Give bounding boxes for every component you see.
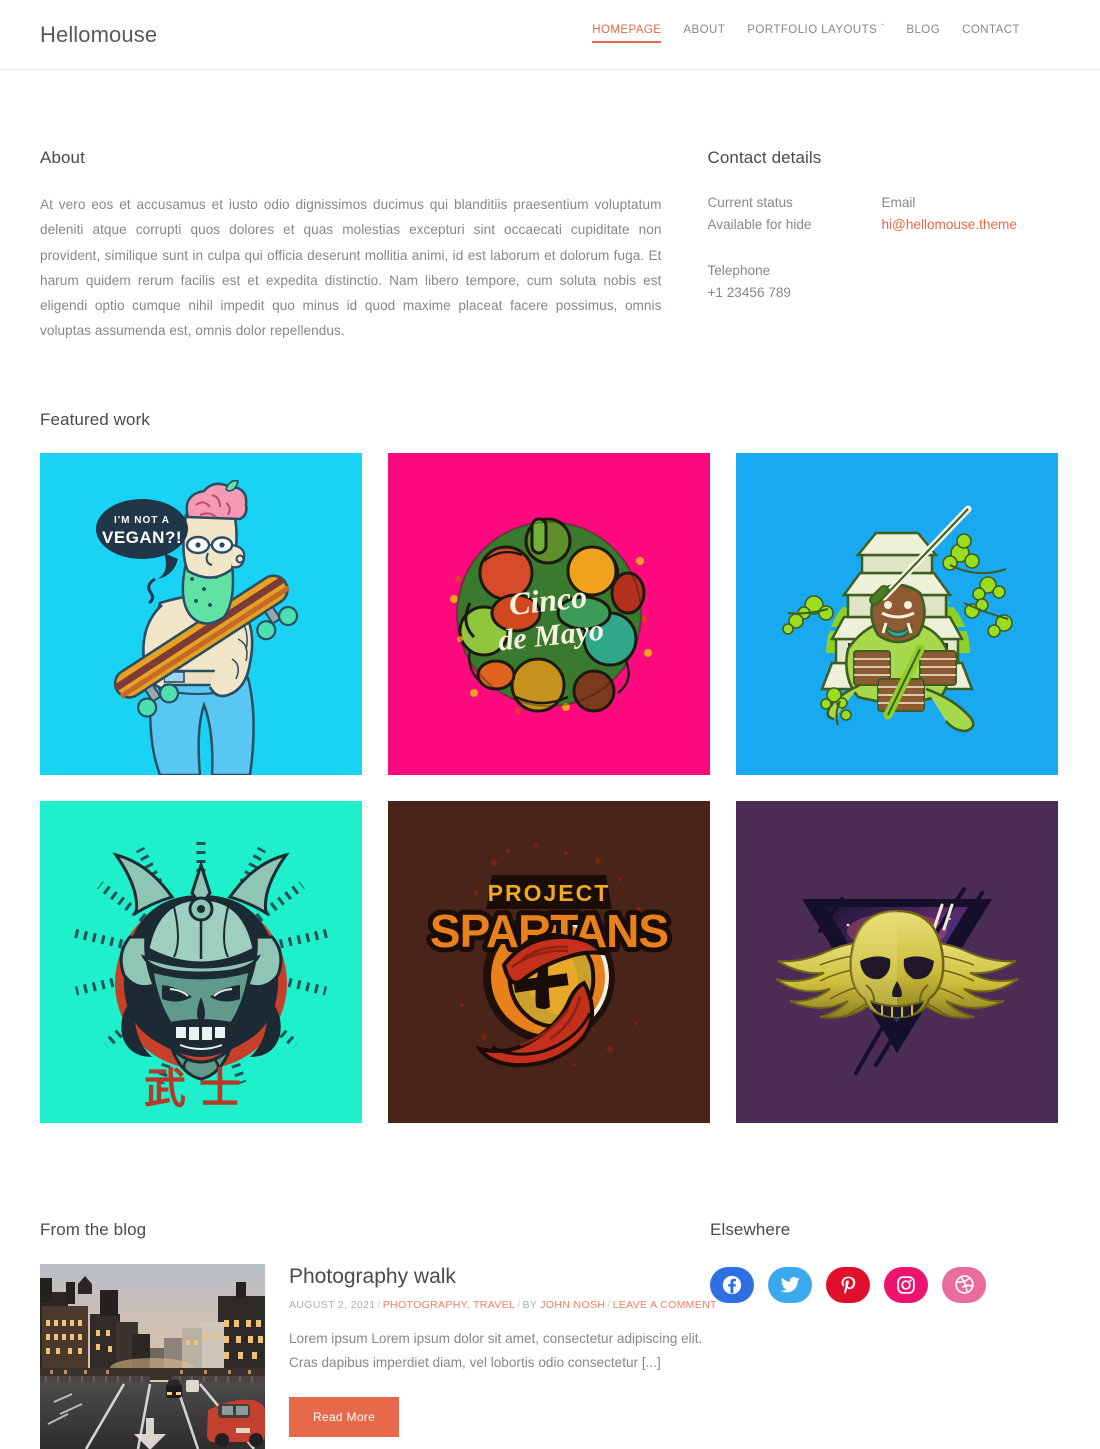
email-link[interactable]: hi@hellomouse.theme <box>881 214 1055 236</box>
blog-post-meta: AUGUST 2, 2021/PHOTOGRAPHY, TRAVEL / BY JO… <box>289 1299 717 1311</box>
facebook-icon <box>722 1275 742 1294</box>
nav-item-portfolio-layouts[interactable]: PORTFOLIO LAYOUTS ˇ <box>747 24 884 45</box>
meta-separator: / <box>607 1298 611 1311</box>
contact-email-block: Email hi@hellomouse.theme <box>881 192 1055 236</box>
about-column: About At vero eos et accusamus et iusto … <box>40 148 697 344</box>
blog-post-body: Photography walk AUGUST 2, 2021/PHOTOGRA… <box>265 1264 717 1449</box>
portfolio-item-winged-skull[interactable] <box>736 800 1058 1123</box>
samurai-mask-artwork-icon: 武 士 <box>40 800 362 1123</box>
site-logo[interactable]: Hellomouse <box>40 22 157 48</box>
instagram-icon <box>897 1275 915 1294</box>
project-spartans-artwork-icon: PROJECT SPARTANS SPARTANS <box>388 800 710 1123</box>
winged-skull-artwork-icon <box>736 800 1058 1123</box>
read-more-button[interactable]: Read More <box>289 1397 400 1438</box>
post-categories[interactable]: PHOTOGRAPHY, TRAVEL <box>383 1299 516 1311</box>
contact-heading: Contact details <box>707 148 822 167</box>
about-paragraph: At vero eos et accusamus et iusto odio d… <box>40 197 662 339</box>
portfolio-grid: I'M NOT A VEGAN?! Cinco de Mayo 武 士 PROJ… <box>40 452 1060 1123</box>
nav-label: BLOG <box>906 24 941 36</box>
nav-label: CONTACT <box>962 24 1020 36</box>
portfolio-item-cinco-de-mayo[interactable]: Cinco de Mayo <box>388 452 710 775</box>
blog-post-title[interactable]: Photography walk <box>289 1264 717 1290</box>
current-status-label: Current status <box>707 195 793 210</box>
svg-text:PROJECT: PROJECT <box>488 880 611 906</box>
blog-post-card: Photography walk AUGUST 2, 2021/PHOTOGRA… <box>40 1263 716 1449</box>
site-header: Hellomouse HOMEPAGE ABOUT PORTFOLIO LAYO… <box>0 0 1100 70</box>
content-wrap: About At vero eos et accusamus et iusto … <box>0 70 1100 1449</box>
blog-column: From the blog Photography walk AUGUST 2,… <box>40 1219 716 1449</box>
svg-text:士: 士 <box>199 1064 241 1113</box>
nav-item-contact[interactable]: CONTACT <box>962 24 1020 45</box>
pinterest-icon <box>841 1276 856 1294</box>
nav-item-about[interactable]: ABOUT <box>683 24 725 45</box>
telephone-value: +1 23456 789 <box>707 285 791 301</box>
about-heading: About <box>40 148 85 167</box>
elsewhere-column: Elsewhere <box>700 1220 1060 1449</box>
meta-separator: / <box>377 1298 381 1311</box>
post-by-prefix: BY <box>522 1298 538 1311</box>
nav-item-homepage[interactable]: HOMEPAGE <box>592 24 662 45</box>
social-links-row <box>710 1266 1060 1303</box>
from-the-blog-heading: From the blog <box>40 1219 147 1239</box>
vegan-skater-artwork-icon: I'M NOT A VEGAN?! <box>40 452 362 775</box>
twitter-icon <box>780 1277 800 1293</box>
nav-label: ABOUT <box>683 24 726 36</box>
featured-work-section: Featured work I'M NOT A VEGAN?! Cinco de… <box>40 344 1060 1123</box>
social-link-instagram[interactable] <box>884 1266 928 1303</box>
blog-post-excerpt: Lorem ipsum Lorem ipsum dolor sit amet, … <box>289 1330 703 1371</box>
samurai-pagoda-artwork-icon <box>736 452 1058 775</box>
portfolio-item-vegan-skater[interactable]: I'M NOT A VEGAN?! <box>40 452 362 775</box>
post-date: AUGUST 2, 2021 <box>289 1298 376 1311</box>
blog-post-thumbnail[interactable] <box>40 1263 265 1449</box>
nav-label: PORTFOLIO LAYOUTS <box>747 24 878 36</box>
nav-label: HOMEPAGE <box>592 24 662 36</box>
portfolio-item-project-spartans[interactable]: PROJECT SPARTANS SPARTANS <box>388 800 710 1123</box>
portfolio-item-samurai-mask[interactable]: 武 士 <box>40 800 362 1123</box>
cinco-de-mayo-artwork-icon: Cinco de Mayo <box>388 452 710 775</box>
contact-status-block: Current status Available for hide <box>707 192 881 236</box>
portfolio-item-samurai-pagoda[interactable] <box>736 452 1058 775</box>
social-link-pinterest[interactable] <box>826 1266 870 1303</box>
social-link-facebook[interactable] <box>710 1266 754 1303</box>
social-link-dribbble[interactable] <box>942 1266 986 1303</box>
svg-text:武: 武 <box>144 1064 186 1113</box>
main-navigation: HOMEPAGE ABOUT PORTFOLIO LAYOUTS ˇ BLOG … <box>592 24 1060 45</box>
page-root: Hellomouse HOMEPAGE ABOUT PORTFOLIO LAYO… <box>0 0 1100 1449</box>
contact-column: Contact details Current status Available… <box>697 148 1060 344</box>
chevron-down-icon: ˇ <box>881 23 885 32</box>
dribbble-icon <box>954 1275 974 1294</box>
post-author[interactable]: JOHN NOSH <box>540 1299 605 1311</box>
svg-text:VEGAN?!: VEGAN?! <box>102 528 182 547</box>
nav-item-blog[interactable]: BLOG <box>906 24 940 45</box>
contact-phone-block: Telephone +1 23456 789 <box>707 260 881 304</box>
social-link-twitter[interactable] <box>768 1266 812 1303</box>
svg-text:I'M NOT A: I'M NOT A <box>114 515 170 526</box>
contact-row-status-email: Current status Available for hide Email … <box>707 192 1060 236</box>
email-label: Email <box>881 195 916 210</box>
elsewhere-heading: Elsewhere <box>710 1219 791 1239</box>
telephone-label: Telephone <box>707 263 771 279</box>
contact-row-telephone: Telephone +1 23456 789 <box>707 260 1060 304</box>
featured-work-heading: Featured work <box>40 409 150 429</box>
bottom-section: From the blog Photography walk AUGUST 2,… <box>40 1123 1060 1449</box>
about-contact-section: About At vero eos et accusamus et iusto … <box>40 70 1060 344</box>
current-status-value: Available for hide <box>707 217 812 233</box>
